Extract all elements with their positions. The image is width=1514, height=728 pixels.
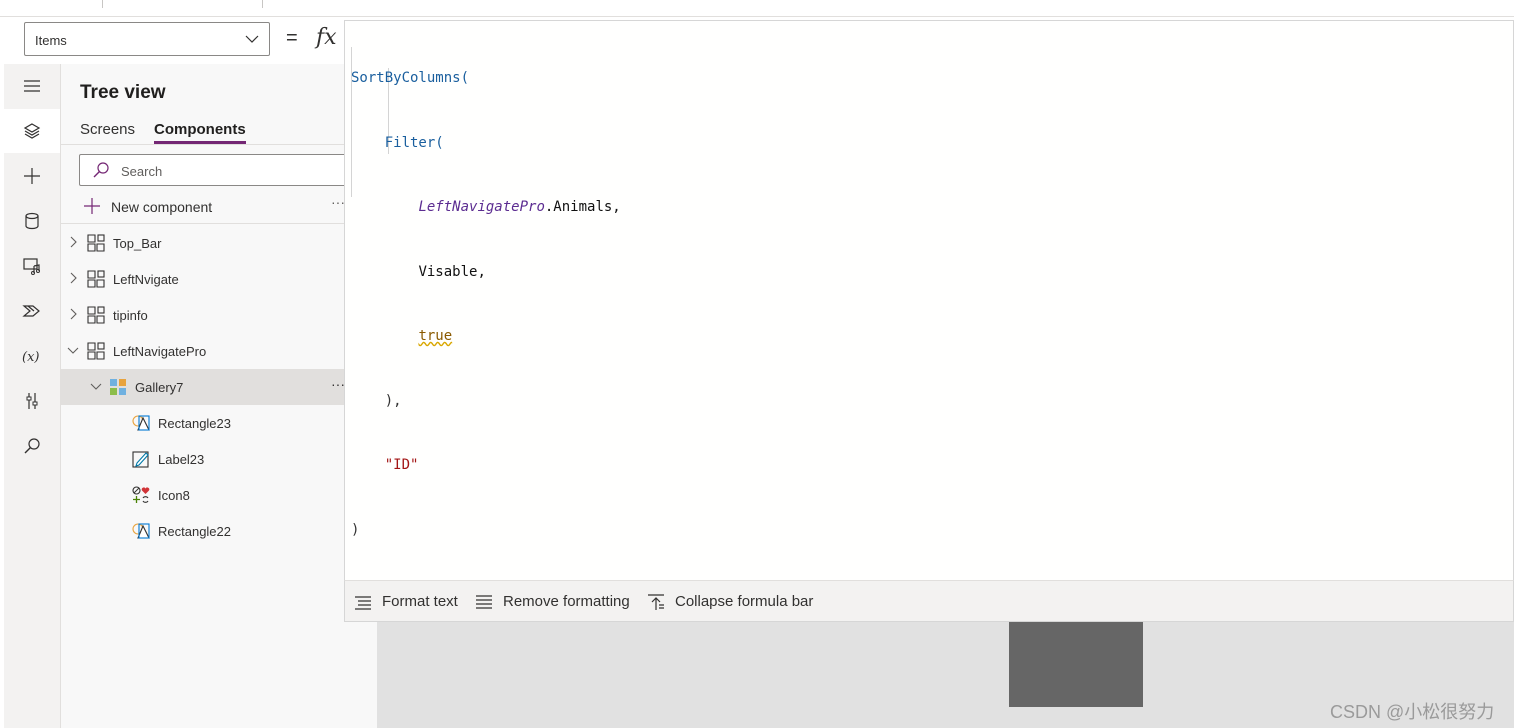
chevron-down-icon[interactable] [67,344,79,356]
tab-components[interactable]: Components [154,121,246,144]
equals-sign: = [286,27,298,49]
property-dropdown[interactable]: Items [24,22,270,56]
collapse-formula-bar-label: Collapse formula bar [675,593,814,610]
tree-item-top-bar[interactable]: Top_Bar [61,225,377,261]
divider [61,223,377,224]
tree-view-title: Tree view [80,82,166,103]
top-toolbar-strip [0,0,1514,17]
remove-formatting-label: Remove formatting [503,593,630,610]
code-token-property: .Animals, [544,199,621,215]
component-icon [87,234,105,252]
tree-view-layers-icon[interactable] [4,109,60,153]
plus-icon [84,198,100,214]
chevron-right-icon[interactable] [67,308,79,320]
code-line: LeftNavigatePro.Animals, [351,197,621,219]
code-token-identifier: Visable, [418,263,486,280]
more-options-button[interactable]: ··· [331,194,345,210]
fx-icon: fx [316,25,337,50]
tree-item-label: Rectangle23 [158,416,231,431]
left-rail: (x) [4,64,61,728]
code-token-punctuation: ) [351,521,360,538]
more-options-button[interactable]: ··· [331,376,345,392]
toolbar-divider [102,0,103,8]
code-line: true [351,326,621,348]
code-token-control: LeftNavigatePro [418,199,545,215]
formula-editor[interactable]: SortByColumns( Filter( LeftNavigatePro.A… [344,20,1514,581]
variables-icon[interactable]: (x) [4,334,60,378]
code-token-function: SortByColumns( [351,70,470,86]
component-icon [87,270,105,288]
tree-item-label23[interactable]: Label23 [61,441,377,477]
chevron-down-icon[interactable] [90,380,102,392]
code-line: SortByColumns( [351,68,621,90]
watermark: CSDN @小松很努力 [1330,702,1495,722]
tree-item-leftnvigate[interactable]: LeftNvigate [61,261,377,297]
power-automate-icon[interactable] [4,289,60,333]
code-token-function: Filter( [384,134,444,151]
chevron-right-icon[interactable] [67,236,79,248]
tree-search-input[interactable]: Search [79,154,369,186]
search-icon [93,162,109,178]
format-text-label: Format text [382,593,458,610]
tree-item-tipinfo[interactable]: tipinfo [61,297,377,333]
tree-view-panel: Tree view Screens Components Search New … [61,64,377,728]
chevron-right-icon[interactable] [67,272,79,284]
insert-plus-icon[interactable] [4,154,60,198]
code-line: ) [351,520,621,542]
code-line: Filter( [351,133,621,155]
tree-item-label: Gallery7 [135,380,184,395]
tree-item-label: Icon8 [158,488,190,503]
tab-screens[interactable]: Screens [80,121,135,138]
tree-item-label: Label23 [158,452,205,467]
collapse-icon [648,594,664,610]
toolbar-divider [262,0,263,8]
tree-item-label: Top_Bar [113,236,162,251]
shape-icon [132,415,150,431]
component-icon [87,306,105,324]
tree-item-label: LeftNavigatePro [113,344,207,359]
media-icon[interactable] [4,244,60,288]
tree-item-leftnavigatepro[interactable]: LeftNavigatePro [61,333,377,369]
formula-toolbar: Format text Remove formatting Collapse f… [344,580,1514,622]
code-token-keyword: true [418,328,453,344]
format-text-icon [355,596,371,610]
data-cylinder-icon[interactable] [4,199,60,243]
formula-code[interactable]: SortByColumns( Filter( LeftNavigatePro.A… [351,25,621,584]
tree-item-label: Rectangle22 [158,524,231,539]
property-value: Items [35,33,67,48]
tree-item-icon8[interactable]: Icon8 [61,477,377,513]
advanced-tools-icon[interactable] [4,379,60,423]
tab-divider [61,144,377,145]
code-line: Visable, [351,262,621,284]
code-line: "ID" [351,455,621,477]
search-placeholder: Search [121,164,163,179]
tree-item-label: LeftNvigate [113,272,179,287]
svg-text:(x): (x) [22,350,39,365]
search-icon[interactable] [4,424,60,468]
label-edit-icon [132,451,149,468]
tree-item-gallery7[interactable]: Gallery7 ··· [61,369,377,405]
component-icon [87,342,105,360]
code-token-string: "ID" [384,457,419,473]
tree-item-rectangle23[interactable]: Rectangle23 [61,405,377,441]
gallery-icon [110,379,126,395]
remove-formatting-icon [476,595,492,609]
code-token-punctuation: ), [384,392,402,409]
canvas-rectangle[interactable] [1009,622,1143,707]
chevron-down-icon [245,35,259,43]
hamburger-menu-icon[interactable] [4,64,60,108]
tree-item-label: tipinfo [113,308,148,323]
tree-item-rectangle22[interactable]: Rectangle22 [61,513,377,549]
shape-icon [132,523,150,539]
code-line: ), [351,391,621,413]
new-component-label: New component [111,199,213,215]
icons-icon [132,486,150,503]
